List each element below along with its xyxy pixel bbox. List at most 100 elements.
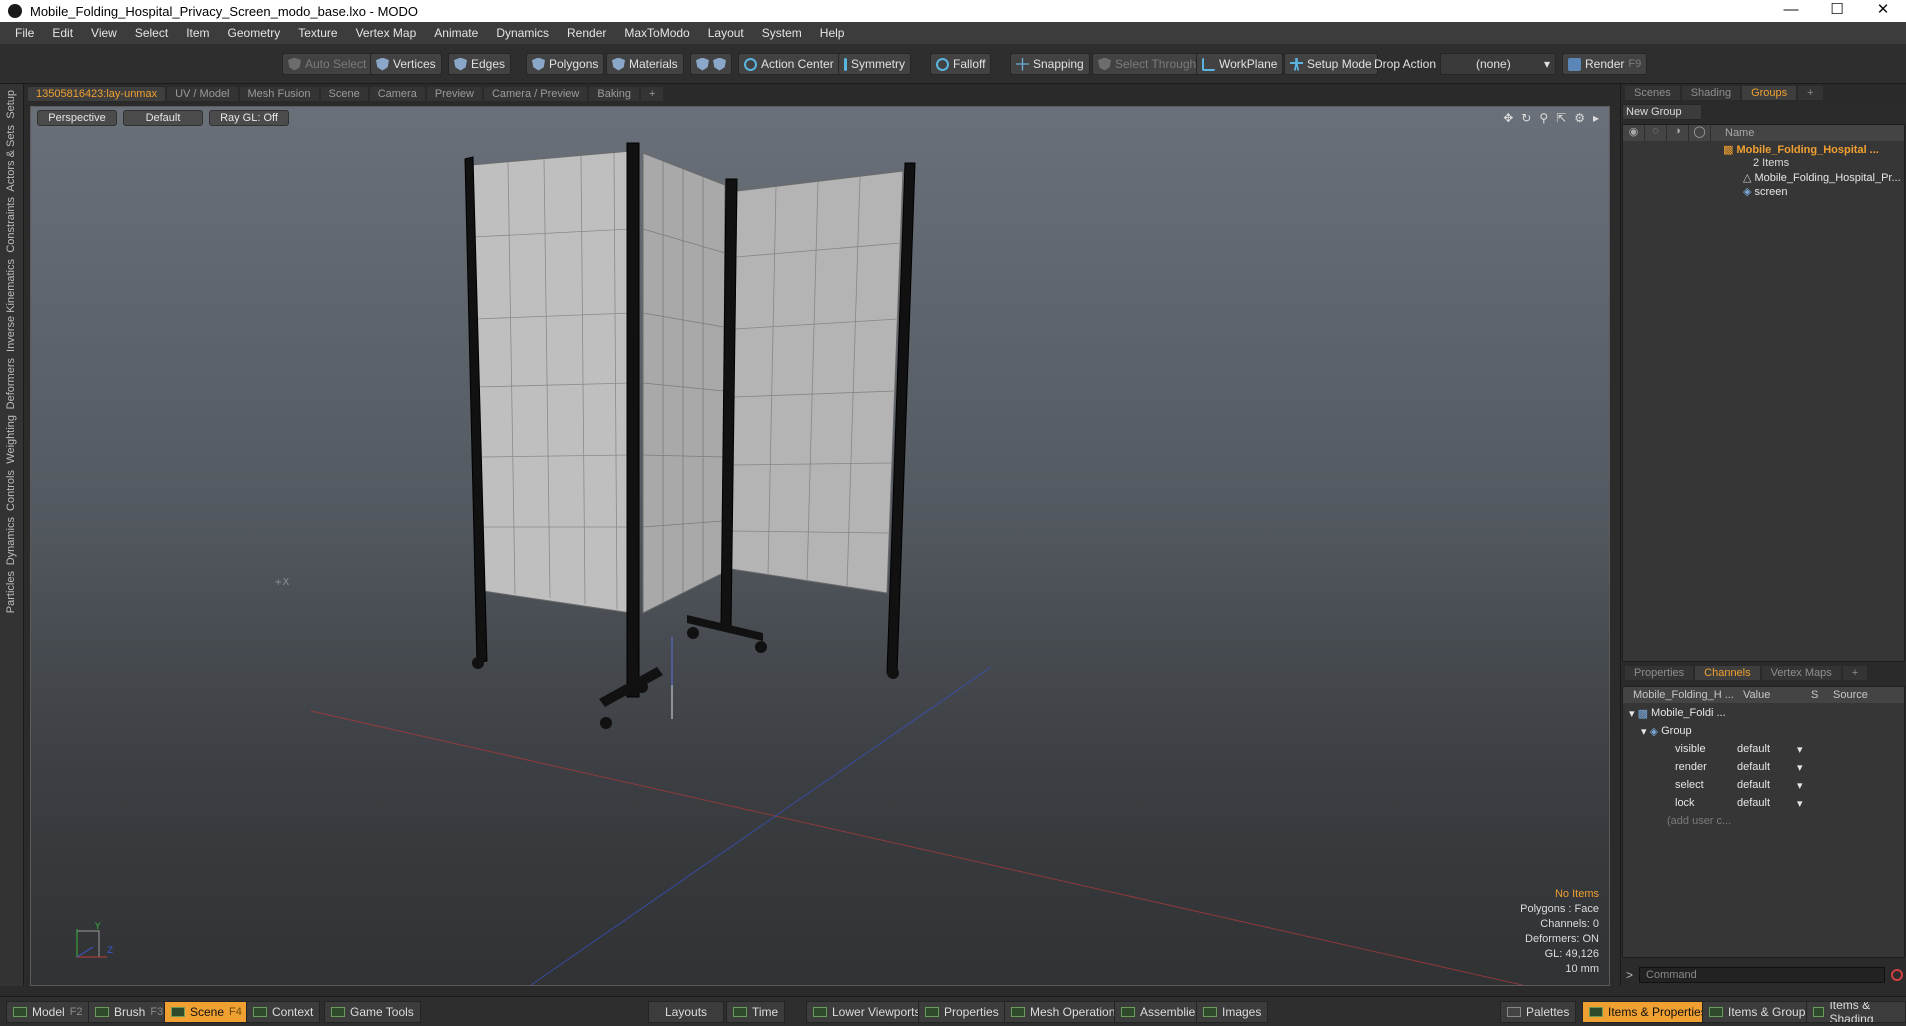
brush-tab[interactable]: Brush F3	[88, 1001, 171, 1023]
tab-properties[interactable]: Properties	[1625, 666, 1694, 680]
add-channel-tab-button[interactable]: +	[1842, 666, 1868, 680]
chevron-down-icon[interactable]: ▾	[1797, 761, 1803, 774]
action-center-button[interactable]: Action Center	[738, 53, 840, 75]
menu-view[interactable]: View	[82, 26, 126, 40]
group-row[interactable]: ▩ Mobile_Folding_Hospital ...	[1723, 143, 1879, 156]
tab-preview[interactable]: Preview	[426, 87, 482, 101]
images-button[interactable]: Images	[1196, 1001, 1269, 1023]
channel-value[interactable]: default	[1737, 761, 1797, 773]
group-child-screen[interactable]: ◈ screen	[1743, 185, 1788, 198]
vertices-button[interactable]: Vertices	[370, 53, 442, 75]
strip-weighting[interactable]: Weighting	[5, 415, 17, 464]
add-tab-button[interactable]: +	[641, 87, 664, 101]
tab-groups[interactable]: Groups	[1742, 86, 1797, 100]
tab-camera-preview[interactable]: Camera / Preview	[483, 87, 588, 101]
symmetry-button[interactable]: Symmetry	[838, 53, 911, 75]
strip-setup[interactable]: Setup	[5, 90, 17, 119]
menu-select[interactable]: Select	[126, 26, 177, 40]
close-icon[interactable]: ✕	[1860, 0, 1906, 22]
menu-edit[interactable]: Edit	[43, 26, 82, 40]
lock-col-icon[interactable]: ◑	[1667, 125, 1689, 141]
lower-viewports-button[interactable]: Lower Viewports	[806, 1001, 928, 1023]
3d-viewport[interactable]: Perspective Default Ray GL: Off ✥ ↻ ⚲ ⇱ …	[30, 106, 1610, 986]
select-col-icon[interactable]: ◯	[1689, 125, 1711, 141]
render-col-icon[interactable]: ◌	[1645, 125, 1667, 141]
tab-uv-model[interactable]: UV / Model	[167, 87, 238, 101]
channel-row-visible[interactable]: visible default ▾	[1623, 740, 1904, 758]
palettes-button[interactable]: Palettes	[1500, 1001, 1577, 1023]
strip-deformers[interactable]: Deformers	[5, 358, 17, 409]
menu-layout[interactable]: Layout	[699, 26, 753, 40]
auto-select-button[interactable]: Auto Select	[282, 53, 373, 75]
game-tools-tab[interactable]: Game Tools	[324, 1001, 421, 1023]
chevron-down-icon[interactable]: ▾	[1797, 743, 1803, 756]
properties-button[interactable]: Properties	[918, 1001, 1006, 1023]
items-properties-tab[interactable]: Items & Properties	[1582, 1001, 1714, 1023]
channel-value[interactable]: default	[1737, 797, 1797, 809]
menu-vertex-map[interactable]: Vertex Map	[347, 26, 426, 40]
scene-tab[interactable]: Scene F4	[164, 1001, 249, 1023]
menu-file[interactable]: File	[6, 26, 43, 40]
workplane-button[interactable]: WorkPlane	[1196, 53, 1284, 75]
record-icon[interactable]	[1891, 969, 1903, 981]
channel-row-lock[interactable]: lock default ▾	[1623, 794, 1904, 812]
expand-icon[interactable]: ▾	[1629, 707, 1638, 720]
render-button[interactable]: Render F9	[1562, 53, 1648, 75]
channel-value[interactable]: default	[1737, 743, 1797, 755]
tab-lay-unmax[interactable]: 13505816423:lay-unmax	[28, 87, 166, 101]
new-group-button[interactable]: New Group	[1622, 104, 1702, 120]
add-user-channel[interactable]: (add user c...	[1623, 812, 1904, 830]
select-through-button[interactable]: Select Through	[1092, 53, 1203, 75]
tab-vertex-maps[interactable]: Vertex Maps	[1761, 666, 1841, 680]
channel-row-render[interactable]: render default ▾	[1623, 758, 1904, 776]
menu-texture[interactable]: Texture	[289, 26, 346, 40]
layouts-button[interactable]: Layouts	[648, 1001, 725, 1023]
channel-item-row[interactable]: ▾ ▩ Mobile_Foldi ...	[1623, 704, 1904, 722]
drop-action-dropdown[interactable]: (none) ▾	[1440, 53, 1556, 75]
materials-button[interactable]: Materials	[606, 53, 684, 75]
setup-mode-button[interactable]: Setup Mode	[1284, 53, 1378, 75]
tab-scene[interactable]: Scene	[320, 87, 368, 101]
name-column-header[interactable]: Name	[1711, 127, 1754, 139]
time-button[interactable]: Time	[726, 1001, 786, 1023]
tab-camera[interactable]: Camera	[369, 87, 425, 101]
maximize-icon[interactable]: ☐	[1814, 0, 1860, 22]
menu-maxtomodo[interactable]: MaxToModo	[615, 26, 698, 40]
snapping-button[interactable]: Snapping	[1010, 53, 1090, 75]
menu-animate[interactable]: Animate	[425, 26, 487, 40]
strip-particles[interactable]: Particles	[5, 571, 17, 613]
items-groups-tab[interactable]: Items & Groups	[1702, 1001, 1819, 1023]
strip-actors-sets[interactable]: Actors & Sets	[5, 125, 17, 192]
visible-col-icon[interactable]: ◉	[1623, 125, 1645, 141]
chevron-down-icon[interactable]: ▾	[1797, 797, 1803, 810]
minimize-icon[interactable]: —	[1768, 0, 1814, 22]
mesh-operations-button[interactable]: Mesh Operations	[1004, 1001, 1129, 1023]
tab-shading[interactable]: Shading	[1681, 86, 1741, 100]
menu-system[interactable]: System	[753, 26, 811, 40]
menu-render[interactable]: Render	[558, 26, 615, 40]
menu-dynamics[interactable]: Dynamics	[487, 26, 558, 40]
channel-value[interactable]: default	[1737, 779, 1797, 791]
menu-geometry[interactable]: Geometry	[219, 26, 290, 40]
channel-group-row[interactable]: ▾ ◈ Group	[1623, 722, 1904, 740]
edges-button[interactable]: Edges	[448, 53, 512, 75]
expand-icon[interactable]: ▾	[1641, 725, 1650, 738]
assemblies-button[interactable]: Assemblies	[1114, 1001, 1209, 1023]
group-child-mesh[interactable]: △ Mobile_Folding_Hospital_Pr...	[1743, 171, 1901, 184]
add-panel-tab-button[interactable]: +	[1798, 86, 1823, 100]
tab-mesh-fusion[interactable]: Mesh Fusion	[239, 87, 319, 101]
items-shading-tab[interactable]: Items & Shading	[1806, 1001, 1906, 1023]
strip-dynamics[interactable]: Dynamics	[5, 517, 17, 565]
component-mode-button[interactable]	[690, 53, 732, 75]
strip-inverse-kinematics[interactable]: Inverse Kinematics	[5, 259, 17, 352]
channel-row-select[interactable]: select default ▾	[1623, 776, 1904, 794]
strip-constraints[interactable]: Constraints	[5, 197, 17, 253]
menu-item[interactable]: Item	[177, 26, 218, 40]
context-tab[interactable]: Context	[246, 1001, 321, 1023]
command-input[interactable]: Command	[1639, 967, 1885, 983]
tab-scenes[interactable]: Scenes	[1625, 86, 1680, 100]
menu-help[interactable]: Help	[811, 26, 854, 40]
falloff-button[interactable]: Falloff	[930, 53, 992, 75]
tab-channels[interactable]: Channels	[1695, 666, 1760, 680]
tab-baking[interactable]: Baking	[589, 87, 640, 101]
